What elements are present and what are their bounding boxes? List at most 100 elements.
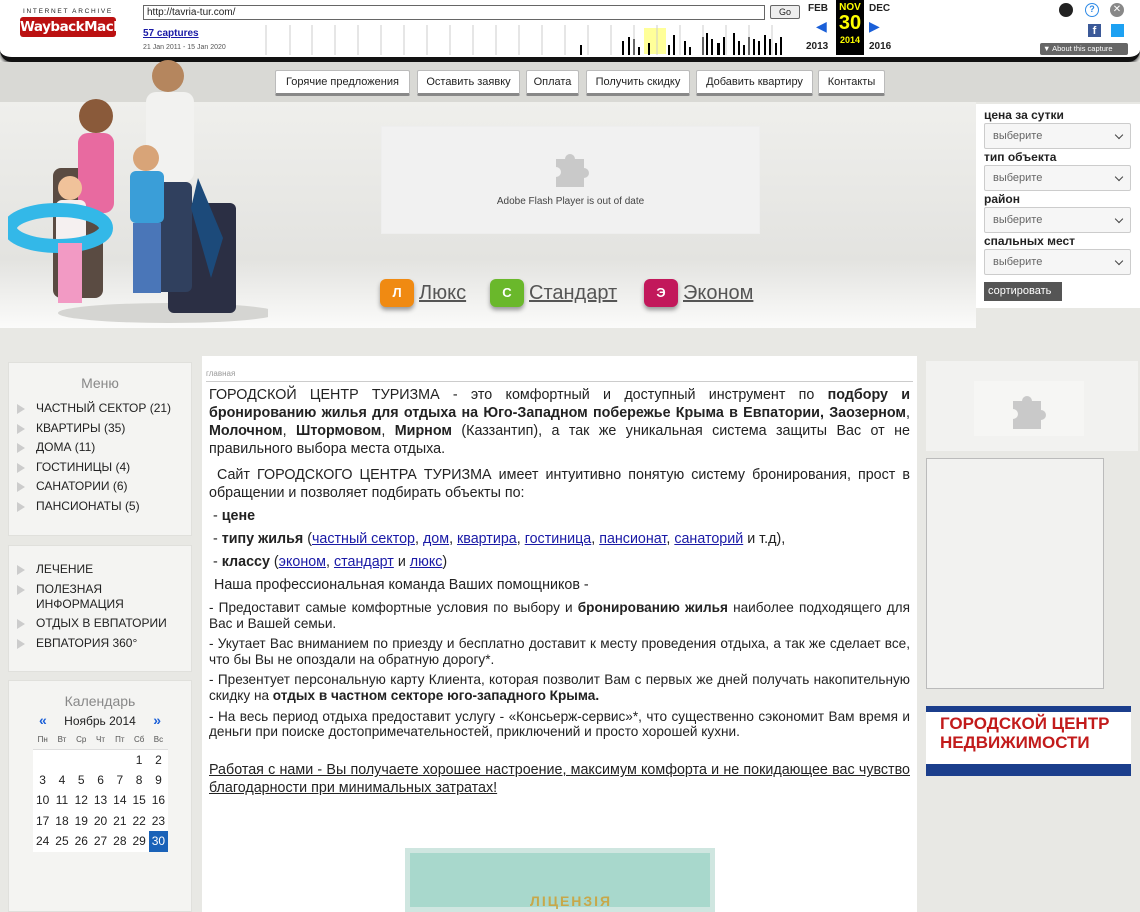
close-icon[interactable]: ✕ [1110,3,1124,17]
menu-item-evpatoria-360[interactable]: ЕВПАТОРИЯ 360° [9,636,191,651]
wayback-url-input[interactable]: http://tavria-tur.com/ [143,5,765,20]
closing-slogan[interactable]: Работая с нами - Вы получаете хорошее на… [206,761,913,797]
filter-price-label: цена за сутки [984,108,1064,122]
calendar-day[interactable]: 29 [129,831,149,852]
filter-beds-select[interactable]: выберите [984,249,1131,275]
calendar-day[interactable]: 18 [52,810,72,831]
calendar-day[interactable]: 13 [90,790,111,811]
lux-badge-icon: Л [380,279,414,307]
about-capture-button[interactable]: ▼ About this capture [1040,43,1128,55]
calendar-day[interactable]: 24 [33,831,53,852]
calendar-day[interactable]: 12 [71,790,91,811]
license-image[interactable]: ЛІЦЕНЗІЯ [405,848,715,912]
info-panel: ЛЕЧЕНИЕ ПОЛЕЗНАЯ ИНФОРМАЦИЯ ОТДЫХ В ЕВПА… [8,545,192,672]
filter-price-select[interactable]: выберите [984,123,1131,149]
calendar-day-today[interactable]: 30 [148,831,169,852]
prev-year[interactable]: 2013 [806,41,828,52]
town-molochnoe: Молочном [209,423,283,439]
menu-item-apartments[interactable]: КВАРТИРЫ (35) [9,421,191,436]
calendar-day[interactable]: 4 [52,769,72,790]
menu-item-hotels[interactable]: ГОСТИНИЦЫ (4) [9,460,191,475]
calendar-day[interactable]: 10 [33,790,53,811]
calendar-day[interactable]: 20 [90,810,111,831]
nav-add-apartment[interactable]: Добавить квартиру [696,70,813,96]
wayback-logo[interactable]: INTERNET ARCHIVE WaybackMachine [20,8,145,40]
menu-item-boarding-houses[interactable]: ПАНСИОНАТЫ (5) [9,499,191,514]
plugin-puzzle-icon [1013,395,1046,429]
service-3-bold: отдых в частном секторе юго-западного Кр… [272,688,600,704]
link-house[interactable]: дом [423,531,449,547]
menu-item-treatment[interactable]: ЛЕЧЕНИЕ [9,562,191,577]
nav-hot-offers[interactable]: Горячие предложения [275,70,410,96]
twitter-icon[interactable] [1111,24,1124,37]
breadcrumb[interactable]: главная [206,369,913,382]
calendar-day[interactable]: 26 [71,831,91,852]
prev-month[interactable]: FEB [808,3,828,14]
calendar-day[interactable]: 15 [129,790,149,811]
link-private-sector[interactable]: частный сектор [312,531,415,547]
link-lux[interactable]: люкс [410,554,443,570]
category-standard-label: Стандарт [529,281,618,304]
menu-item-private[interactable]: ЧАСТНЫЙ СЕКТОР (21) [9,401,191,416]
real-estate-banner[interactable]: ГОРОДСКОЙ ЦЕНТР НЕДВИЖИМОСТИ [926,706,1131,776]
nav-contacts[interactable]: Контакты [818,70,885,96]
calendar-day[interactable]: 21 [110,810,130,831]
wayback-go-button[interactable]: Go [770,5,800,19]
calendar-day[interactable]: 23 [148,810,169,831]
calendar-day[interactable]: 22 [129,810,149,831]
category-lux[interactable]: Л Люкс [380,276,466,310]
link-standard[interactable]: стандарт [334,554,394,570]
calendar-day [52,749,72,770]
link-sanatorium[interactable]: санаторий [674,531,743,547]
next-year[interactable]: 2016 [869,41,891,52]
nav-payment[interactable]: Оплата [526,70,579,96]
calendar-day[interactable]: 28 [110,831,130,852]
menu-item-houses[interactable]: ДОМА (11) [9,440,191,455]
calendar-day[interactable]: 8 [129,769,149,790]
prev-capture-arrow-icon[interactable]: ◀ [816,18,827,35]
next-month[interactable]: DEC [869,3,890,14]
capture-histogram[interactable] [243,25,800,55]
menu-item-sanatoriums[interactable]: САНАТОРИИ (6) [9,479,191,494]
filter-district-select[interactable]: выберите [984,207,1131,233]
filter-type-select[interactable]: выберите [984,165,1131,191]
calendar-day[interactable]: 17 [33,810,53,831]
nav-get-discount[interactable]: Получить скидку [586,70,690,96]
calendar-next-button[interactable]: » [153,713,161,728]
facebook-icon[interactable]: f [1088,24,1101,37]
link-apartment[interactable]: квартира [457,531,517,547]
calendar-day[interactable]: 25 [52,831,72,852]
calendar-day[interactable]: 7 [110,769,130,790]
calendar-day[interactable]: 5 [71,769,91,790]
calendar-day [33,749,53,770]
banner-skyline-top [926,706,1131,712]
calendar-day[interactable]: 11 [52,790,72,811]
town-shtormovoe: Штормовом [296,423,382,439]
sort-button[interactable]: сортировать [984,282,1062,301]
calendar-day[interactable]: 16 [148,790,169,811]
category-standard[interactable]: С Стандарт [490,276,617,310]
menu-item-rest-evpatoria[interactable]: ОТДЫХ В ЕВПАТОРИИ [9,616,191,631]
link-boarding-house[interactable]: пансионат [599,531,666,547]
captures-link[interactable]: 57 captures [143,28,199,39]
next-capture-arrow-icon[interactable]: ▶ [869,18,880,35]
calendar-day[interactable]: 19 [71,810,91,831]
help-icon[interactable]: ? [1085,3,1099,17]
category-economy[interactable]: Э Эконом [644,276,753,310]
calendar-day[interactable]: 27 [90,831,111,852]
calendar-day[interactable]: 3 [33,769,53,790]
calendar-day [110,749,130,770]
flash-placeholder[interactable]: Adobe Flash Player is out of date [381,126,760,234]
calendar-day[interactable]: 14 [110,790,130,811]
calendar-day[interactable]: 2 [148,749,169,770]
nav-leave-request[interactable]: Оставить заявку [417,70,520,96]
link-hotel[interactable]: гостиница [525,531,592,547]
menu-item-useful-info[interactable]: ПОЛЕЗНАЯ ИНФОРМАЦИЯ [9,582,191,612]
calendar-prev-button[interactable]: « [39,713,47,728]
calendar-day[interactable]: 9 [148,769,169,790]
account-icon[interactable] [1059,3,1073,17]
calendar-day[interactable]: 1 [129,749,149,770]
plugin-placeholder[interactable] [926,361,1138,451]
link-economy[interactable]: эконом [279,554,326,570]
calendar-day[interactable]: 6 [90,769,111,790]
